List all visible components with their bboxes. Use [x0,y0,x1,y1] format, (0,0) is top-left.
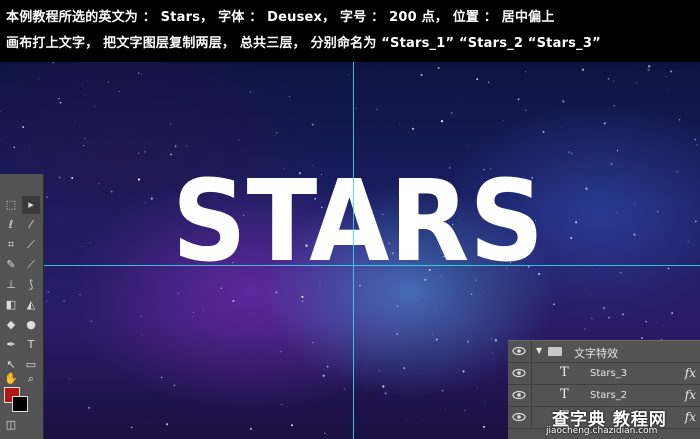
type-layer-icon: T [560,387,569,402]
hand-icon[interactable]: ✋ [2,370,20,388]
tools-panel: ⬚ ▸ ℓ ⁄ ⌗ ⟋ ✎ ⟋ ⊥ ⟆ ◧ ◭ ◆ ● ✒ T ↖ ▭ ✋ ⌕ … [0,174,44,439]
lasso-icon[interactable]: ℓ [2,216,20,234]
magic-wand-icon[interactable]: ⁄ [22,216,40,234]
fx-icon[interactable]: fx [685,388,696,402]
marquee-icon[interactable]: ⬚ [2,196,20,214]
visibility-eye-icon[interactable] [512,344,526,358]
history-brush-icon[interactable]: ⟆ [22,276,40,294]
expand-arrow-icon[interactable]: ▼ [536,346,542,355]
instruction-banner: 本例教程所选的英文为 ： Stars， 字体 ： Deusex， 字号 ： 20… [0,0,700,62]
headline-text: STARS [172,162,544,272]
paint-bucket-icon[interactable]: ◭ [22,296,40,314]
instruction-line-2: 画布打上文字， 把文字图层复制两层， 总共三层， 分别命名为 “Stars_1”… [6,36,601,51]
crop-icon[interactable]: ⌗ [2,236,20,254]
watermark-url: jiaocheng.chazidian.com [546,426,658,436]
type-layer-icon: T [560,365,569,380]
zoom-icon[interactable]: ⌕ [22,370,40,388]
move-icon[interactable]: ▸ [22,196,40,214]
visibility-eye-icon[interactable] [512,388,526,402]
document-canvas[interactable]: STARS ⬚ ▸ ℓ ⁄ ⌗ ⟋ ✎ ⟋ ⊥ ⟆ ◧ ◭ ◆ ● ✒ T ↖ … [0,62,700,439]
site-watermark: 查字典 教程网 jiaocheng.chazidian.com [526,405,700,439]
visibility-eye-icon[interactable] [512,410,526,424]
screenshot-root: 本例教程所选的英文为 ： Stars， 字体 ： Deusex， 字号 ： 20… [0,0,700,439]
type-icon[interactable]: T [22,336,40,354]
layer-name: Stars_3 [590,368,628,379]
brush-icon[interactable]: ⟋ [22,256,40,274]
fx-icon[interactable]: fx [685,366,696,380]
healing-icon[interactable]: ✎ [2,256,20,274]
pen-icon[interactable]: ✒ [2,336,20,354]
eraser-icon[interactable]: ◧ [2,296,20,314]
layer-row-stars-3[interactable]: T Stars_3 fx [508,363,700,385]
dodge-icon[interactable]: ● [22,316,40,334]
folder-icon [548,347,562,356]
vertical-guide[interactable] [353,62,354,439]
eyedropper-icon[interactable]: ⟋ [22,236,40,254]
layer-group-name: 文字特效 [574,347,618,360]
background-color-swatch[interactable] [12,396,28,412]
stamp-icon[interactable]: ⊥ [2,276,20,294]
quick-mask-icon[interactable]: ◫ [2,416,20,434]
layer-name: Stars_2 [590,390,628,401]
layer-group-row[interactable]: ▼ 文字特效 [508,341,700,363]
blur-icon[interactable]: ◆ [2,316,20,334]
visibility-eye-icon[interactable] [512,366,526,380]
headline-text-layer[interactable]: STARS [168,162,548,272]
instruction-line-1: 本例教程所选的英文为 ： Stars， 字体 ： Deusex， 字号 ： 20… [6,10,555,25]
layer-row-stars-2[interactable]: T Stars_2 fx [508,385,700,407]
horizontal-guide[interactable] [0,265,700,266]
